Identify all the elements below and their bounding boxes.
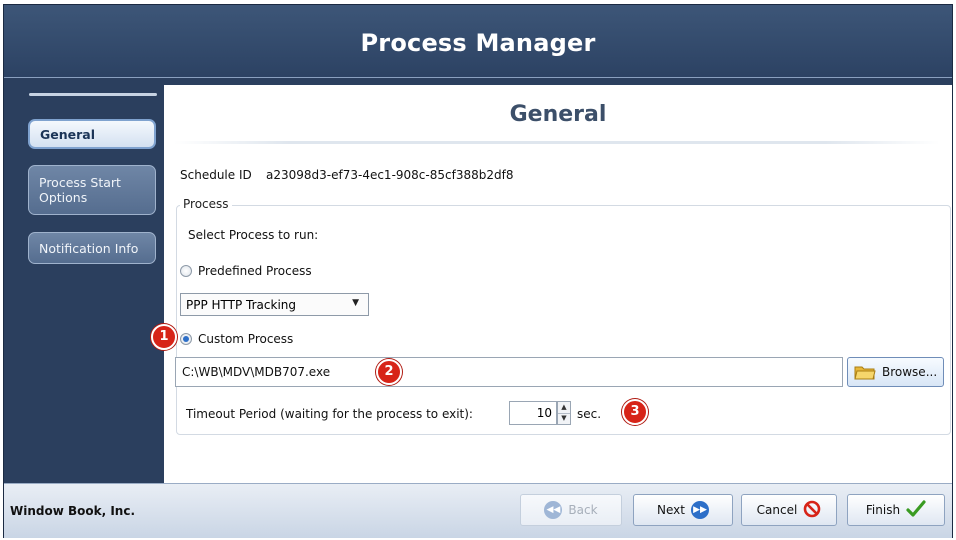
process-group-label: Process <box>180 197 232 211</box>
sidebar-item-notification-info[interactable]: Notification Info <box>28 232 156 264</box>
custom-process-path-input[interactable] <box>175 357 843 387</box>
spinner-down-icon[interactable]: ▼ <box>558 413 570 424</box>
timeout-unit-label: sec. <box>577 407 602 421</box>
next-arrow-icon: ▶▶ <box>690 501 709 519</box>
checkmark-icon <box>906 499 926 521</box>
callout-badge-3: 3 <box>622 399 648 425</box>
timeout-spinner[interactable]: ▲ ▼ <box>557 401 571 425</box>
back-button-label: Back <box>568 503 598 517</box>
sidebar-item-label: Process Start Options <box>39 175 121 205</box>
sidebar-item-label: Notification Info <box>39 240 139 256</box>
cancel-icon <box>803 500 821 521</box>
title-bar: Process Manager <box>4 5 952 78</box>
next-button-label: Next <box>657 503 685 517</box>
callout-badge-2: 2 <box>376 359 402 385</box>
footer-bar: Window Book, Inc. ◀◀ Back Next ▶▶ Cancel… <box>4 483 952 538</box>
browse-button-label: Browse... <box>882 365 938 379</box>
back-button[interactable]: ◀◀ Back <box>520 494 622 526</box>
sidebar-divider <box>29 93 157 96</box>
process-manager-window: Process Manager General Process Start Op… <box>3 4 953 538</box>
schedule-id-value: a23098d3-ef73-4ec1-908c-85cf388b2df8 <box>266 168 514 182</box>
section-divider <box>174 141 940 144</box>
dropdown-selected-value: PPP HTTP Tracking <box>186 297 297 312</box>
section-title: General <box>509 102 607 127</box>
browse-button[interactable]: Browse... <box>847 357 944 387</box>
sidebar-item-general[interactable]: General <box>28 119 156 149</box>
timeout-value-input[interactable] <box>509 401 557 425</box>
cancel-button-label: Cancel <box>756 503 798 517</box>
sidebar-item-label: General <box>40 126 95 142</box>
company-name: Window Book, Inc. <box>10 504 136 518</box>
callout-badge-1: 1 <box>151 324 177 350</box>
finish-button[interactable]: Finish <box>847 494 945 526</box>
folder-icon <box>854 364 876 380</box>
chevron-down-icon: ▼ <box>352 298 359 308</box>
finish-button-label: Finish <box>865 503 901 517</box>
main-content-panel: General Schedule ID a23098d3-ef73-4ec1-9… <box>151 85 952 488</box>
window-title: Process Manager <box>360 29 596 57</box>
predefined-process-dropdown[interactable]: PPP HTTP Tracking ▼ <box>180 293 369 316</box>
back-arrow-icon: ◀◀ <box>544 501 563 519</box>
custom-process-radio[interactable] <box>180 333 192 345</box>
predefined-process-label[interactable]: Predefined Process <box>198 264 312 278</box>
schedule-id-label: Schedule ID <box>180 168 252 182</box>
timeout-period-label: Timeout Period (waiting for the process … <box>186 407 473 421</box>
select-process-label: Select Process to run: <box>188 228 319 242</box>
predefined-process-radio[interactable] <box>180 265 192 277</box>
sidebar-item-process-start-options[interactable]: Process Start Options <box>28 165 156 215</box>
custom-process-label[interactable]: Custom Process <box>198 332 293 346</box>
next-button[interactable]: Next ▶▶ <box>633 494 733 526</box>
cancel-button[interactable]: Cancel <box>741 494 837 526</box>
